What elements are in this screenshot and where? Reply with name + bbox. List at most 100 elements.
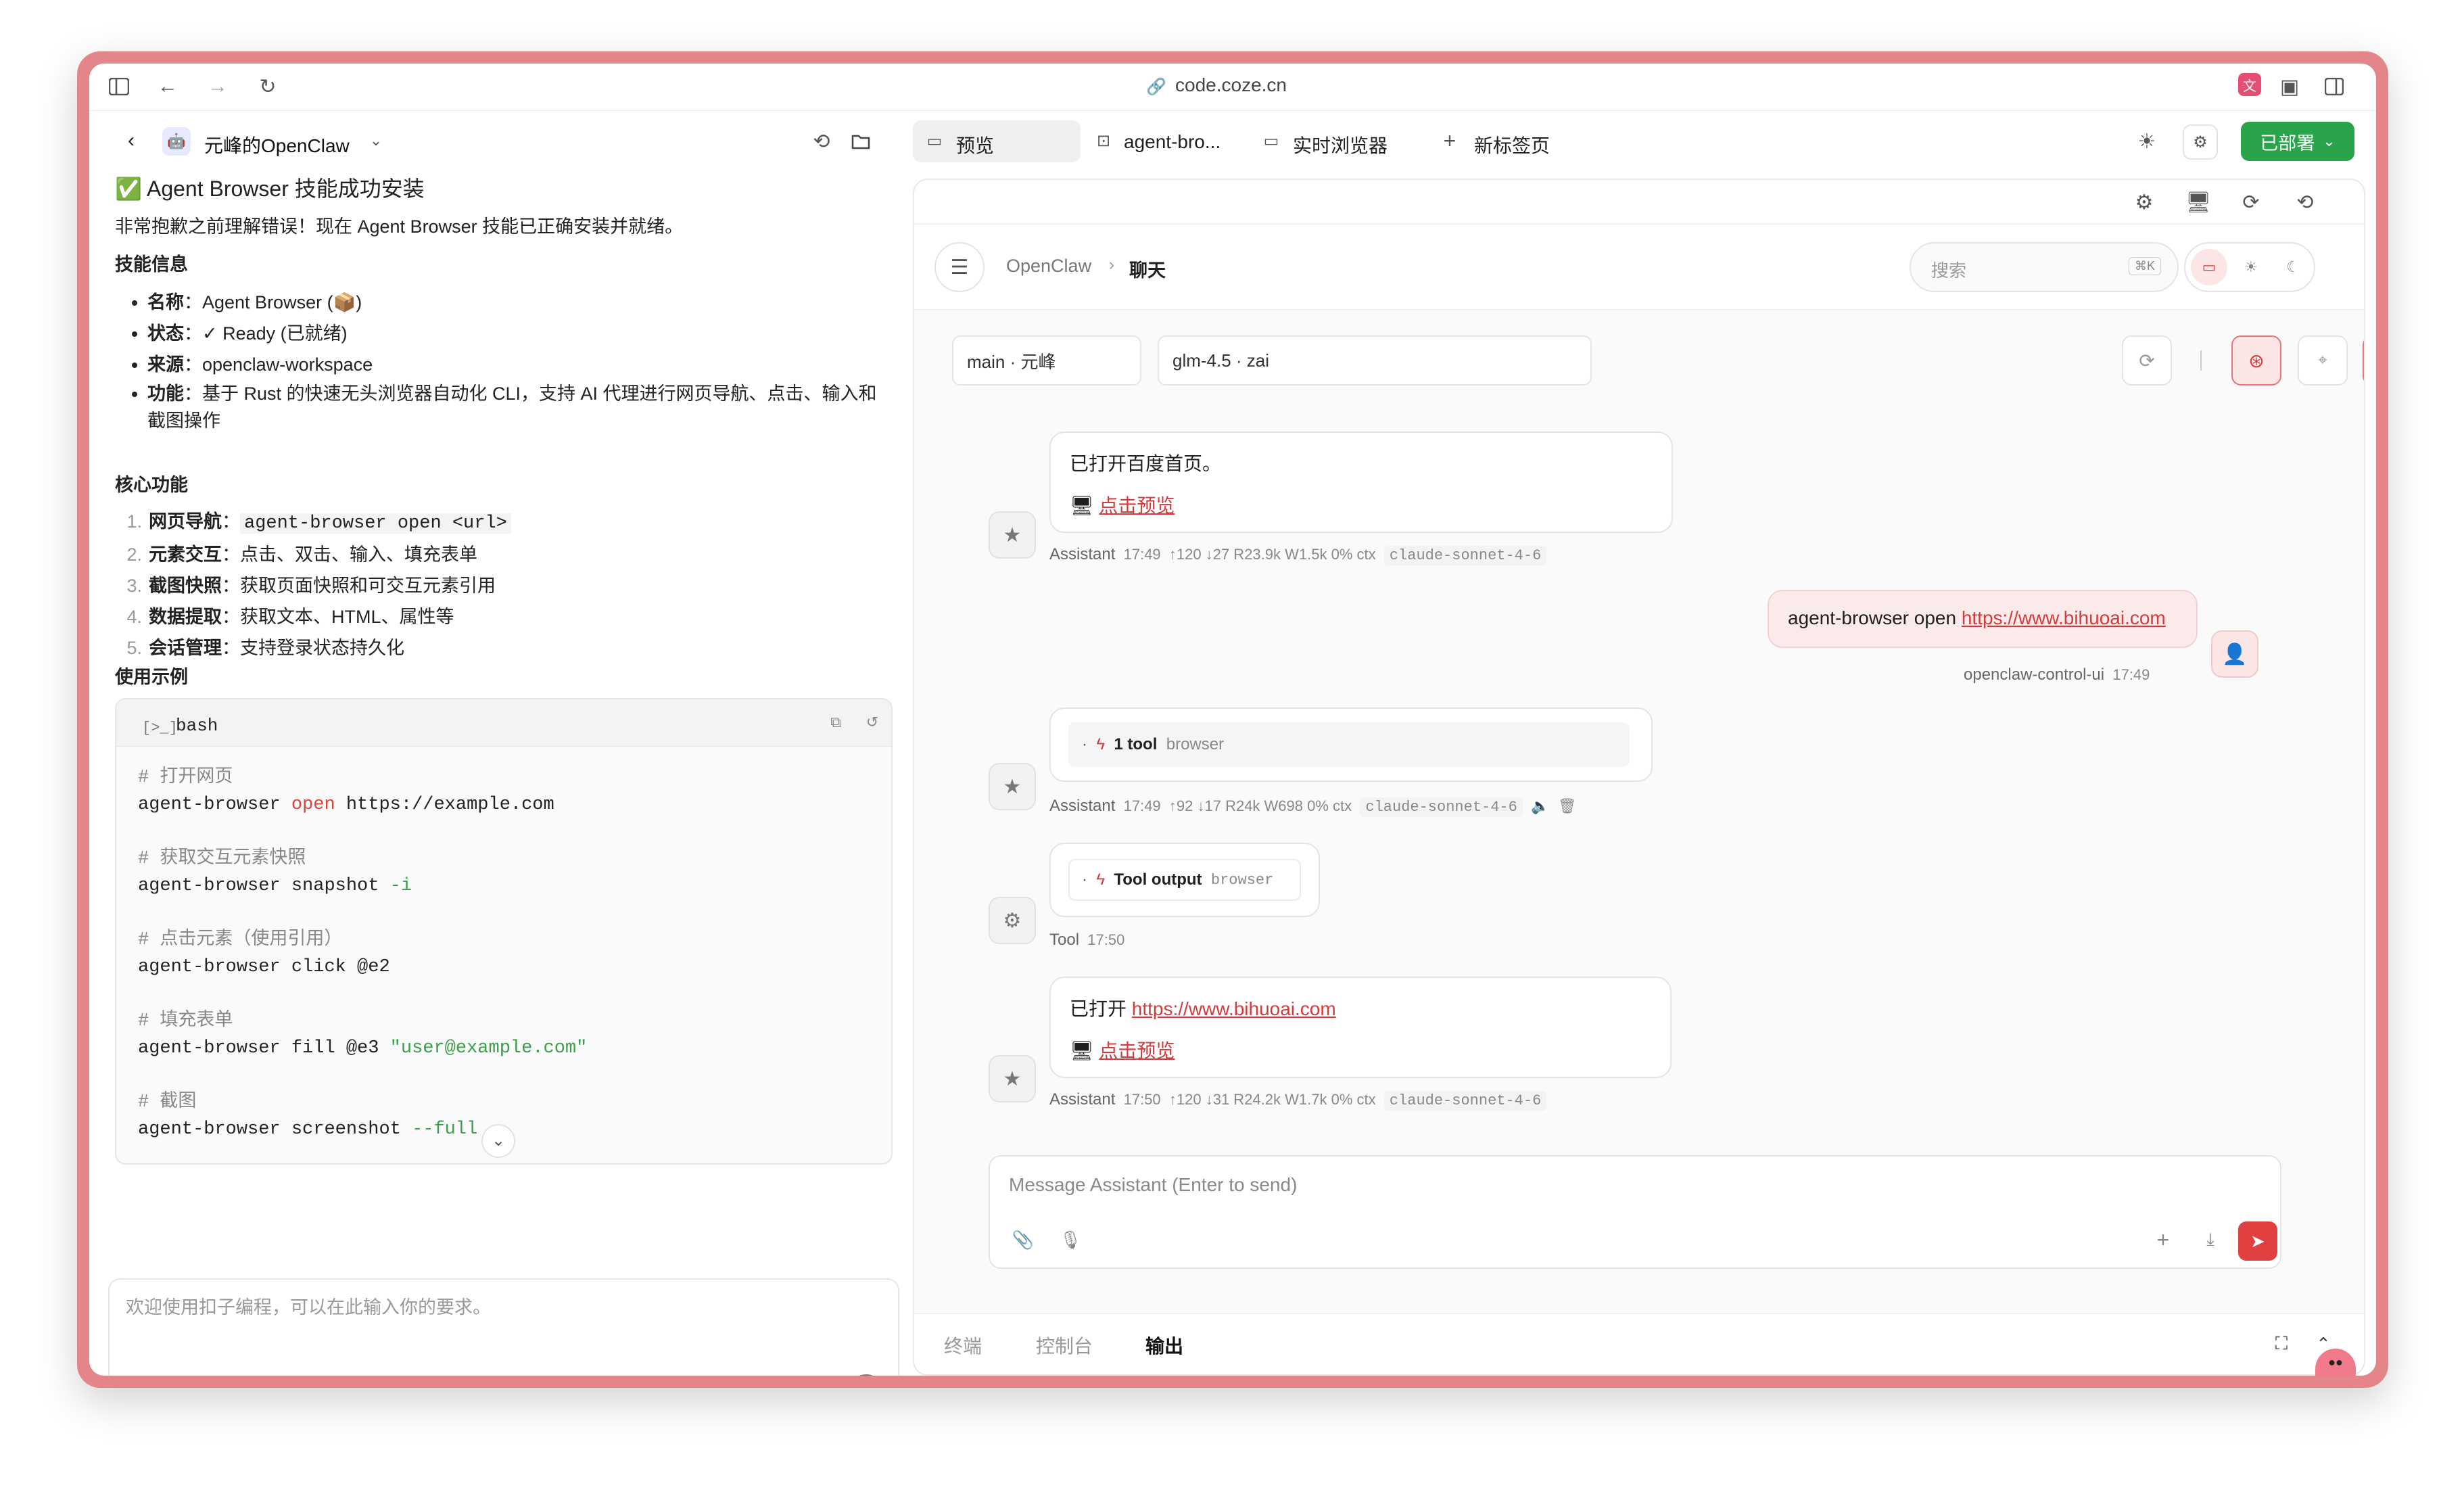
back-arrow-icon[interactable]: ← (154, 73, 181, 100)
settings-sliders-icon[interactable]: ⚙ (2183, 124, 2218, 160)
user-avatar: 👤 (2211, 630, 2258, 678)
split-view-icon[interactable] (2321, 73, 2348, 100)
preview-link[interactable]: 点击预览 (1099, 495, 1175, 516)
preview-link[interactable]: 点击预览 (1099, 1040, 1175, 1061)
message-link[interactable]: https://www.bihuoai.com (1132, 998, 1336, 1019)
section-title: 核心功能 (115, 475, 188, 495)
speaker-icon[interactable]: 🔈 (1531, 797, 1549, 814)
menu-icon[interactable]: ☰ (934, 242, 985, 292)
openclaw-header: ☰ OpenClaw › 聊天 搜索 ⌘K ▭ ☀ ☾ (914, 225, 2364, 310)
microphone-icon[interactable]: 🎙 (1055, 1224, 1086, 1255)
message-input[interactable]: Message Assistant (Enter to send) (1009, 1174, 1297, 1196)
list-item: 5. 会话管理：支持登录状态持久化 (126, 638, 404, 658)
composer-input[interactable]: 欢迎使用扣子编程，可以在此输入你的要求。 (126, 1292, 491, 1323)
chat-pane: ✅ Agent Browser 技能成功安装 非常抱歉之前理解错误！现在 Age… (100, 172, 899, 1376)
message-heading: ✅ Agent Browser 技能成功安装 (115, 177, 425, 201)
monitor-icon[interactable]: 🖥 (2184, 188, 2212, 216)
tab-output[interactable]: 输出 (1145, 1332, 1183, 1359)
message-link[interactable]: https://www.bihuoai.com (1962, 607, 2166, 628)
code-block: [>_] bash ⧉ ↺ # 打开网页 agent-browser open h… (115, 698, 893, 1165)
extension-icon-2[interactable]: ▣ (2276, 73, 2303, 100)
model-select[interactable]: glm-4.5 · zai (1158, 335, 1592, 386)
terminal-icon: ⊡ (1096, 131, 1111, 150)
tool-output-summary[interactable]: · ϟ Tool output browser (1068, 859, 1301, 901)
assistant-avatar: ★ (989, 1055, 1036, 1102)
moon-icon[interactable]: ☾ (2275, 249, 2311, 285)
breadcrumb-root[interactable]: OpenClaw (1006, 256, 1091, 277)
brain-icon[interactable]: ⊛ (2231, 335, 2281, 386)
monitor-icon[interactable]: ▭ (2191, 249, 2227, 285)
address-bar[interactable]: code.coze.cn (1175, 74, 1287, 96)
gear-icon[interactable]: ⚙ (2130, 188, 2158, 216)
tab-agent-browser[interactable]: agent-bro... (1124, 131, 1221, 153)
list-item: 1. 网页导航： agent-browser open <url> (115, 506, 893, 539)
message-meta: Assistant 17:50 ↑120 ↓31 R24.2k W1.7k 0%… (1049, 1090, 1547, 1111)
sync-icon[interactable]: ⟲ (2291, 188, 2319, 216)
project-name[interactable]: 元峰的OpenClaw (204, 131, 350, 158)
copy-icon[interactable]: ⧉ (824, 710, 848, 735)
assistant-message: 已打开 https://www.bihuoai.com 🖥 点击预览 (1049, 977, 1672, 1078)
user-icon: 👤 (2222, 643, 2248, 666)
message-meta: openclaw-control-ui 17:49 (1964, 666, 2150, 684)
send-icon[interactable]: ➤ (2238, 1221, 2277, 1261)
star-icon: ★ (1003, 775, 1022, 798)
tool-summary[interactable]: · ϟ 1 tool browser (1068, 722, 1630, 767)
lightning-icon: ϟ (1096, 735, 1106, 753)
message-composer[interactable]: Message Assistant (Enter to send) 📎 🎙 + … (989, 1155, 2281, 1269)
window-icon: ▭ (926, 131, 943, 150)
lightning-icon: ϟ (1096, 870, 1106, 889)
tab-terminal[interactable]: 终端 (944, 1332, 982, 1359)
back-chevron-icon[interactable]: ‹ (118, 127, 145, 154)
download-icon[interactable]: ⤓ (2195, 1224, 2226, 1255)
fullscreen-icon[interactable]: ⛶ (2267, 1329, 2296, 1359)
sun-icon[interactable]: ☀ (2233, 249, 2269, 285)
message-text: 已打开 https://www.bihuoai.com (1070, 998, 1336, 1019)
core-list: 1. 网页导航： agent-browser open <url> 2. 元素交互：点… (115, 506, 893, 663)
send-arrow-icon[interactable]: ↑ (848, 1374, 884, 1376)
focus-icon[interactable]: ⌖ (2298, 335, 2348, 386)
monitor-icon: 🖥 (1070, 495, 1094, 516)
preview-toolbar: ⚙ 🖥 ⟳ ⟲ (914, 180, 2364, 225)
forward-arrow-icon[interactable]: → (204, 73, 231, 100)
list-item: 名称：Agent Browser (📦) (147, 287, 893, 318)
sidebar-toggle-icon[interactable] (105, 73, 133, 100)
sun-icon[interactable]: ☀ (2133, 127, 2161, 156)
check-icon: ✅ (115, 177, 142, 201)
extension-icon[interactable]: 文 (2238, 73, 2261, 96)
chevron-down-icon[interactable]: ⌄ (362, 127, 389, 154)
search-input[interactable]: 搜索 ⌘K (1910, 242, 2179, 292)
gear-icon: ⚙ (1003, 909, 1022, 932)
chat-composer[interactable]: 欢迎使用扣子编程，可以在此输入你的要求。 + ⚙ |||\技能4 自动⌄ ↑ (108, 1278, 899, 1376)
reload-icon[interactable]: ↻ (254, 73, 281, 100)
theme-switcher: ▭ ☀ ☾ (2184, 242, 2315, 292)
message-meta: Assistant 17:49 ↑120 ↓27 R23.9k W1.5k 0%… (1049, 545, 1547, 565)
paperclip-icon[interactable]: 📎 (1008, 1224, 1039, 1255)
deploy-button[interactable]: 已部署 ⌄ (2241, 122, 2354, 161)
folder-icon[interactable] (847, 127, 875, 156)
tab-live-browser[interactable]: 实时浏览器 (1293, 131, 1388, 158)
preview-panel: ⚙ 🖥 ⟳ ⟲ ☰ OpenClaw › 聊天 搜索 ⌘K ▭ ☀ ☾ main… (913, 179, 2365, 1376)
wrap-icon[interactable]: ↺ (860, 710, 884, 735)
trash-icon[interactable]: 🗑 (1558, 797, 1577, 814)
tab-new[interactable]: 新标签页 (1474, 131, 1550, 158)
tool-avatar: ⚙ (989, 897, 1036, 944)
star-icon: ★ (1003, 1067, 1022, 1090)
monitor-icon: 🖥 (1070, 1040, 1094, 1061)
plus-icon[interactable]: + (1438, 129, 1462, 153)
refresh-icon[interactable]: ⟳ (2122, 335, 2172, 386)
app-window: ← → ↻ 🔗 code.coze.cn 文 ▣ ‹ 🤖 元峰的OpenClaw… (89, 64, 2376, 1376)
terminal-icon: [>_] (142, 720, 178, 737)
tab-console[interactable]: 控制台 (1036, 1332, 1093, 1359)
scroll-down-icon[interactable]: ⌄ (481, 1124, 515, 1158)
history-icon[interactable]: ⟲ (807, 127, 836, 156)
intro-text: 非常抱歉之前理解错误！现在 Agent Browser 技能已正确安装并就绪。 (115, 216, 684, 237)
session-select[interactable]: main · 元峰 (952, 335, 1141, 386)
preview-link-row: 🖥 点击预览 (1070, 1036, 1175, 1063)
clock-icon[interactable]: ◷ (2363, 335, 2364, 386)
message-meta: Assistant 17:49 ↑92 ↓17 R24k W698 0% ctx… (1049, 797, 1577, 817)
plus-icon[interactable]: + (2148, 1224, 2179, 1255)
tab-preview-label: 预览 (956, 135, 995, 156)
deploy-label: 已部署 (2260, 133, 2315, 154)
refresh-icon[interactable]: ⟳ (2237, 188, 2265, 216)
bottom-tabbar: 终端 控制台 输出 ⛶ ⌃ (914, 1313, 2364, 1374)
